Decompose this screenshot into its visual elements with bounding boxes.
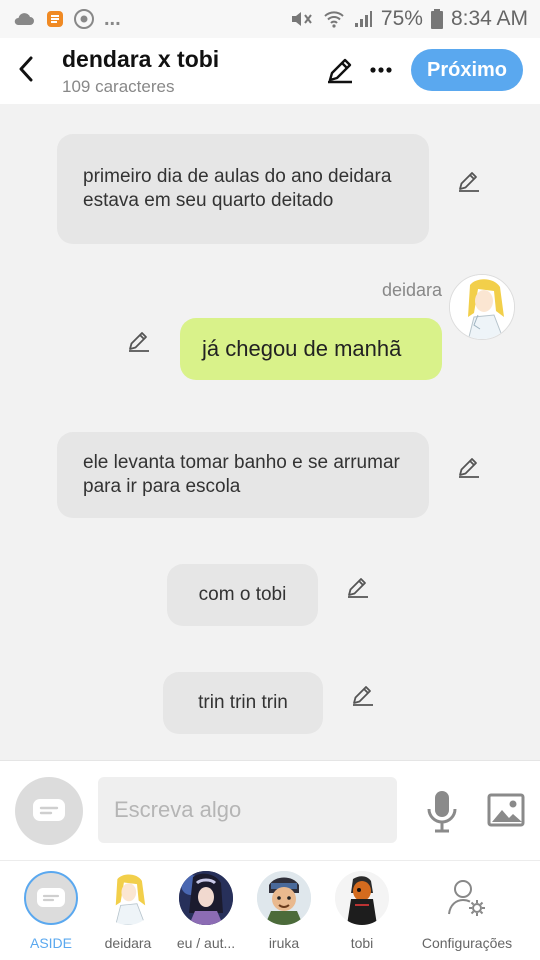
edit-message-button[interactable] <box>457 455 483 481</box>
narration-bubble[interactable]: ele levanta tomar banho e se arrumar par… <box>57 432 429 518</box>
editor-header: dendara x tobi 109 caracteres Próximo <box>0 38 540 104</box>
edit-title-button[interactable] <box>326 56 354 84</box>
deidara-avatar[interactable] <box>449 274 515 340</box>
app-notification-icon <box>46 9 64 29</box>
character-message-bubble[interactable]: já chegou de manhã <box>180 318 442 380</box>
narration-bubble[interactable]: primeiro dia de aulas do ano deidara est… <box>57 134 429 244</box>
pencil-icon <box>129 332 149 352</box>
pencil-icon <box>353 686 373 706</box>
character-portrait-icon <box>257 871 311 925</box>
mute-icon <box>289 9 315 29</box>
narration-bubble-icon <box>37 888 65 907</box>
settings-avatar <box>440 871 494 925</box>
nav-item-iruka[interactable]: iruka <box>244 871 324 951</box>
message-text: com o tobi <box>198 584 287 605</box>
story-title[interactable]: dendara x tobi <box>62 46 219 73</box>
nav-label: ASIDE <box>29 935 72 951</box>
image-upload-button[interactable] <box>487 793 525 827</box>
character-portrait-icon <box>335 871 389 925</box>
nav-label: deidara <box>104 935 152 951</box>
speaker-name: deidara <box>381 280 442 300</box>
clock: 8:34 AM <box>450 7 528 30</box>
edit-message-button[interactable] <box>127 329 153 355</box>
nav-label: eu / aut... <box>176 935 236 951</box>
deidara-avatar <box>101 871 155 925</box>
character-portrait-icon <box>179 871 233 925</box>
message-text: primeiro dia de aulas do ano deidara est… <box>83 166 392 211</box>
aside-toggle-button[interactable] <box>15 777 83 845</box>
nav-item-settings[interactable]: Configurações <box>420 871 514 951</box>
composer-bar <box>0 760 540 860</box>
pencil-icon <box>459 458 479 478</box>
story-chat: primeiro dia de aulas do ano deidara est… <box>0 104 540 760</box>
battery-icon <box>430 9 443 29</box>
nav-label: Configurações <box>421 935 513 951</box>
message-text: ele levanta tomar banho e se arrumar par… <box>83 452 400 497</box>
narration-bubble[interactable]: com o tobi <box>167 564 318 626</box>
character-portrait-icon <box>101 871 155 925</box>
pencil-icon <box>328 58 352 84</box>
chrome-icon <box>74 9 94 29</box>
nav-item-deidara[interactable]: deidara <box>88 871 168 951</box>
narration-bubble-icon <box>33 799 65 821</box>
battery-percent: 75% <box>380 7 423 30</box>
character-bar: ASIDE deidara eu / aut... iruka tobi Con… <box>0 860 540 960</box>
nav-item-tobi[interactable]: tobi <box>322 871 402 951</box>
back-button[interactable] <box>12 54 40 84</box>
wifi-icon <box>323 9 345 29</box>
microphone-icon <box>427 791 457 833</box>
user-settings-icon <box>448 880 485 916</box>
nav-label: tobi <box>350 935 374 951</box>
status-bar: ... 75% 8:34 AM <box>0 0 540 38</box>
message-text: trin trin trin <box>198 692 288 713</box>
next-button[interactable]: Próximo <box>411 49 523 91</box>
edit-message-button[interactable] <box>457 169 483 195</box>
author-avatar <box>179 871 233 925</box>
title-block: dendara x tobi 109 caracteres <box>62 46 219 97</box>
voice-input-button[interactable] <box>424 789 460 833</box>
narration-bubble[interactable]: trin trin trin <box>163 672 323 734</box>
notification-overflow: ... <box>104 7 121 30</box>
image-icon <box>487 793 525 827</box>
message-text: já chegou de manhã <box>202 336 402 361</box>
edit-message-button[interactable] <box>346 575 372 601</box>
pencil-icon <box>459 172 479 192</box>
edit-message-button[interactable] <box>351 683 377 709</box>
aside-avatar <box>24 871 78 925</box>
more-dots-icon <box>370 67 392 73</box>
message-input[interactable] <box>98 777 397 843</box>
nav-item-author[interactable]: eu / aut... <box>166 871 246 951</box>
nav-item-aside[interactable]: ASIDE <box>11 871 91 951</box>
more-options-button[interactable] <box>368 56 394 84</box>
tobi-avatar <box>335 871 389 925</box>
iruka-avatar <box>257 871 311 925</box>
character-count: 109 caracteres <box>62 77 175 96</box>
pencil-icon <box>348 578 368 598</box>
chevron-left-icon <box>19 56 33 82</box>
signal-icon <box>353 9 373 29</box>
character-portrait-icon <box>450 275 514 339</box>
cloud-icon <box>12 11 36 27</box>
nav-label: iruka <box>268 935 300 951</box>
